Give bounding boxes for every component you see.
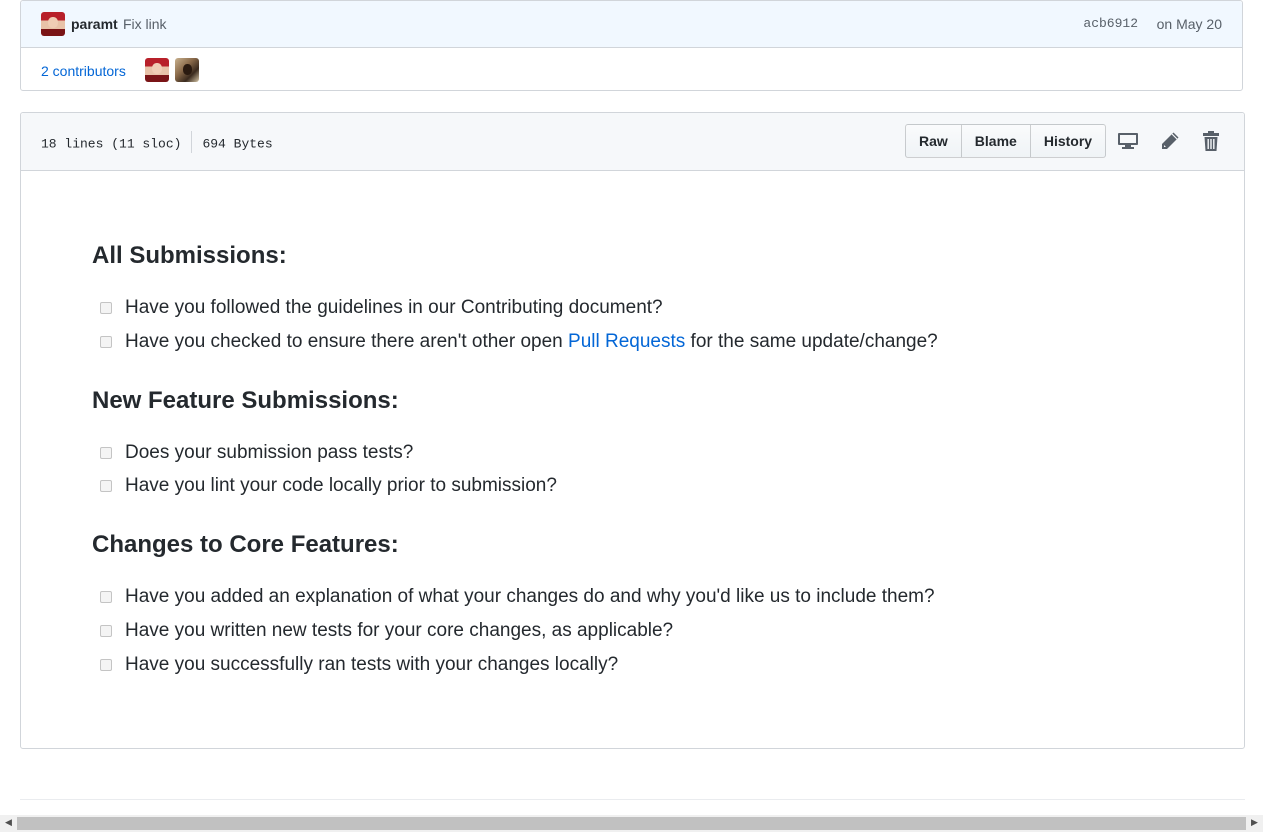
divider [191, 131, 193, 153]
task-text-part: for the same update/change? [685, 331, 938, 352]
file-info: 18 lines (11 sloc) 694 Bytes [41, 131, 273, 155]
task-text: Have you lint your code locally prior to… [125, 475, 557, 496]
latest-commit-bar: paramt Fix link acb6912 on May 20 [21, 1, 1242, 48]
task-checkbox[interactable] [100, 302, 112, 314]
horizontal-scrollbar[interactable]: ◀ ▶ [0, 815, 1263, 832]
task-checkbox[interactable] [100, 625, 112, 637]
task-text: Have you followed the guidelines in our … [125, 297, 663, 318]
contributors-link[interactable]: 2 contributors [41, 63, 126, 79]
contributor-avatar[interactable] [175, 58, 199, 82]
scrollbar-thumb[interactable] [17, 817, 1246, 830]
file-lines: 18 lines (11 sloc) [41, 136, 182, 152]
file-size: 694 Bytes [202, 136, 273, 152]
file-actions-group: Raw Blame History [905, 124, 1107, 158]
task-text: Have you written new tests for your core… [125, 620, 674, 641]
desktop-icon[interactable] [1117, 130, 1139, 152]
commit-author[interactable]: paramt [71, 16, 118, 32]
contributor-avatar[interactable] [145, 58, 169, 82]
commit-sha[interactable]: acb6912 [1083, 16, 1138, 31]
scroll-right-icon[interactable]: ▶ [1246, 817, 1263, 830]
task-text: Have you added an explanation of what yo… [125, 586, 935, 607]
history-button[interactable]: History [1029, 124, 1107, 158]
commit-message[interactable]: Fix link [123, 16, 167, 32]
blame-button[interactable]: Blame [960, 124, 1031, 158]
file-header: 18 lines (11 sloc) 694 Bytes Raw Blame Hi… [21, 113, 1244, 171]
task-checkbox[interactable] [100, 659, 112, 671]
pull-requests-link[interactable]: Pull Requests [568, 331, 685, 352]
author-avatar[interactable] [41, 12, 65, 36]
trash-icon[interactable] [1200, 130, 1222, 152]
commit-date: on May 20 [1156, 16, 1222, 32]
task-checkbox[interactable] [100, 447, 112, 459]
pencil-icon[interactable] [1159, 130, 1181, 152]
task-text: Have you checked to ensure there aren't … [125, 331, 938, 353]
file-viewer: 18 lines (11 sloc) 694 Bytes Raw Blame Hi… [20, 112, 1245, 749]
task-checkbox[interactable] [100, 336, 112, 348]
section-heading: New Feature Submissions: [92, 387, 399, 414]
section-heading: All Submissions: [92, 242, 287, 269]
task-text: Have you successfully ran tests with you… [125, 654, 619, 675]
task-text: Does your submission pass tests? [125, 442, 414, 463]
task-checkbox[interactable] [100, 591, 112, 603]
section-heading: Changes to Core Features: [92, 531, 399, 558]
scroll-left-icon[interactable]: ◀ [0, 817, 17, 830]
task-text-part: Have you checked to ensure there aren't … [125, 331, 569, 352]
raw-button[interactable]: Raw [905, 124, 962, 158]
task-checkbox[interactable] [100, 480, 112, 492]
commit-box: paramt Fix link acb6912 on May 20 2 cont… [20, 0, 1243, 91]
contributors-row: 2 contributors [21, 48, 1242, 92]
divider [20, 799, 1245, 800]
